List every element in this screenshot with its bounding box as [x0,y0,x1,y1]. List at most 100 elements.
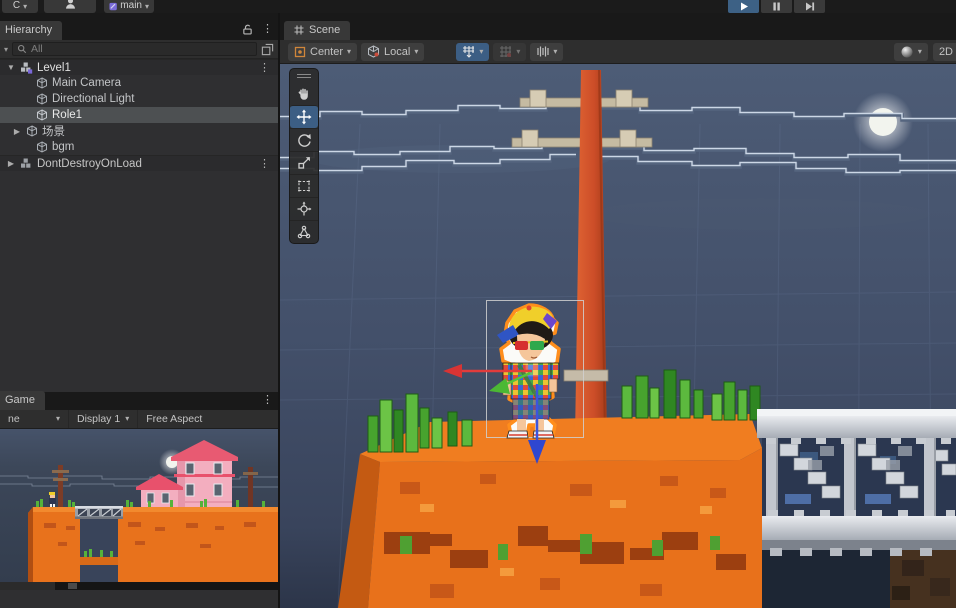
aspect-label: Free Aspect [146,413,202,425]
scene-selector-button[interactable]: main ▾ [104,0,154,13]
rotate-tool-icon [296,132,312,148]
bottom-tab-strip [0,582,278,590]
bottom-tab[interactable] [0,582,55,590]
display-dropdown[interactable]: Display 1 ▾ [69,410,137,428]
search-input[interactable]: All [12,42,257,56]
scene-dropdown-label: main [120,0,142,11]
custom-tool-button[interactable] [290,220,318,243]
hierarchy-row-role1[interactable]: Role1 [0,107,278,123]
gameobject-cube-icon [36,77,48,89]
kebab-icon[interactable]: ⋮ [262,24,273,35]
main-toolbar: C ▾ main ▾ [0,0,956,13]
row-label: Role1 [52,109,82,121]
kebab-icon[interactable]: ⋮ [262,395,273,406]
mode-2d-label: 2D [939,46,953,58]
hierarchy-row-scene-obj[interactable]: ▶ 场景 [0,123,278,139]
tab-scene[interactable]: Scene [284,21,350,40]
scene-toolbar: Center ▾ Local ▾ ▾ [280,40,956,64]
game-viewport[interactable] [0,429,278,582]
scene-asset-icon [20,61,33,74]
toggle-2d-button[interactable]: 2D [933,43,956,61]
snap-grid-icon [499,45,512,58]
orientation-label: Local [384,46,410,58]
bottom-tab-icon [68,583,77,589]
aspect-dropdown[interactable]: Free Aspect [138,410,210,428]
increment-snap-button[interactable]: ▾ [530,43,563,61]
row-label: Level1 [37,62,71,74]
transform-tool-icon [296,201,312,217]
custom-tool-icon [296,224,312,240]
hand-tool-icon [296,86,312,102]
gameobject-cube-icon [36,93,48,105]
grid-visibility-button[interactable]: ▾ [456,43,489,61]
dropdown-caret-icon: ▾ [918,48,922,56]
scale-tool-icon [296,155,312,171]
hierarchy-row-dontdestroyonload[interactable]: ▶ DontDestroyOnLoad ⋮ [0,155,278,171]
shading-mode-button[interactable]: ▾ [894,43,928,61]
step-button[interactable] [794,0,825,13]
transform-tool-button[interactable] [290,197,318,220]
play-button[interactable] [728,0,759,13]
orientation-button[interactable]: Local ▾ [361,43,424,61]
display-label: Display 1 [77,413,120,425]
hierarchy-row-directional-light[interactable]: Directional Light [0,91,278,107]
tab-game[interactable]: Game [0,391,45,410]
snap-grid-button[interactable]: ▾ [493,43,526,61]
scene-panel: Scene Center ▾ Local ▾ [278,13,956,608]
pivot-mode-label: Center [310,46,343,58]
hierarchy-row-level1[interactable]: ▼ Level1 ⋮ [0,59,278,75]
row-label: Directional Light [52,93,134,105]
foldout-icon[interactable]: ▼ [6,63,16,72]
unity-editor-window: C ▾ main ▾ [0,0,956,608]
local-cube-icon [367,45,380,58]
hierarchy-row-main-camera[interactable]: Main Camera [0,75,278,91]
game-metal-bridge [75,506,123,519]
move-tool-button[interactable] [290,105,318,128]
foldout-icon[interactable]: ▶ [6,159,16,168]
account-button[interactable] [44,0,96,13]
tab-hierarchy[interactable]: Hierarchy [0,21,62,40]
dropdown-caret-icon: ▾ [145,3,149,11]
window-icon[interactable] [261,43,274,56]
toolstrip-drag-handle[interactable] [290,69,318,82]
hierarchy-row-bgm[interactable]: bgm [0,139,278,155]
pause-icon [770,0,783,13]
play-icon [737,0,750,13]
rect-tool-icon [296,178,312,194]
dropdown-caret-icon: ▾ [414,48,418,56]
gameobject-cube-icon [36,141,48,153]
left-panel-column: Hierarchy ⋮ ▾ All [0,13,278,608]
version-control-button[interactable]: C ▾ [2,0,38,13]
foldout-icon[interactable]: ▶ [12,127,22,136]
sunglasses-left-lens [515,341,528,350]
kebab-icon[interactable]: ⋮ [259,157,270,170]
row-label: bgm [52,141,74,153]
move-tool-icon [296,109,312,125]
gameobject-cube-icon [36,109,48,121]
dropdown-caret-icon: ▾ [516,48,520,56]
rect-tool-button[interactable] [290,174,318,197]
search-text: All [31,43,43,55]
pivot-mode-button[interactable]: Center ▾ [288,43,357,61]
cap-button [527,306,532,311]
scene-viewport[interactable] [280,64,956,608]
dropdown-caret-icon: ▾ [23,3,27,11]
lock-icon[interactable] [241,23,254,36]
scale-tool-button[interactable] [290,151,318,174]
arm-right [549,379,557,392]
kebab-icon[interactable]: ⋮ [259,61,270,74]
scene-asset-icon [20,157,33,170]
grid-toggle-icon [462,45,475,58]
leg-left [517,419,526,431]
view-hand-tool-button[interactable] [290,82,318,105]
game-display-mode-dropdown[interactable]: ne ▾ [0,410,68,428]
moon [869,108,897,136]
game-pit [80,512,118,582]
scene-tab-label: Scene [309,24,340,36]
foldout-icon[interactable]: ▾ [4,45,8,54]
game-panel: Game ⋮ ne ▾ Display 1 ▾ Free Aspect [0,392,278,590]
game-toolbar: ne ▾ Display 1 ▾ Free Aspect [0,410,278,429]
rotate-tool-button[interactable] [290,128,318,151]
person-icon [63,0,78,11]
pause-button[interactable] [761,0,792,13]
